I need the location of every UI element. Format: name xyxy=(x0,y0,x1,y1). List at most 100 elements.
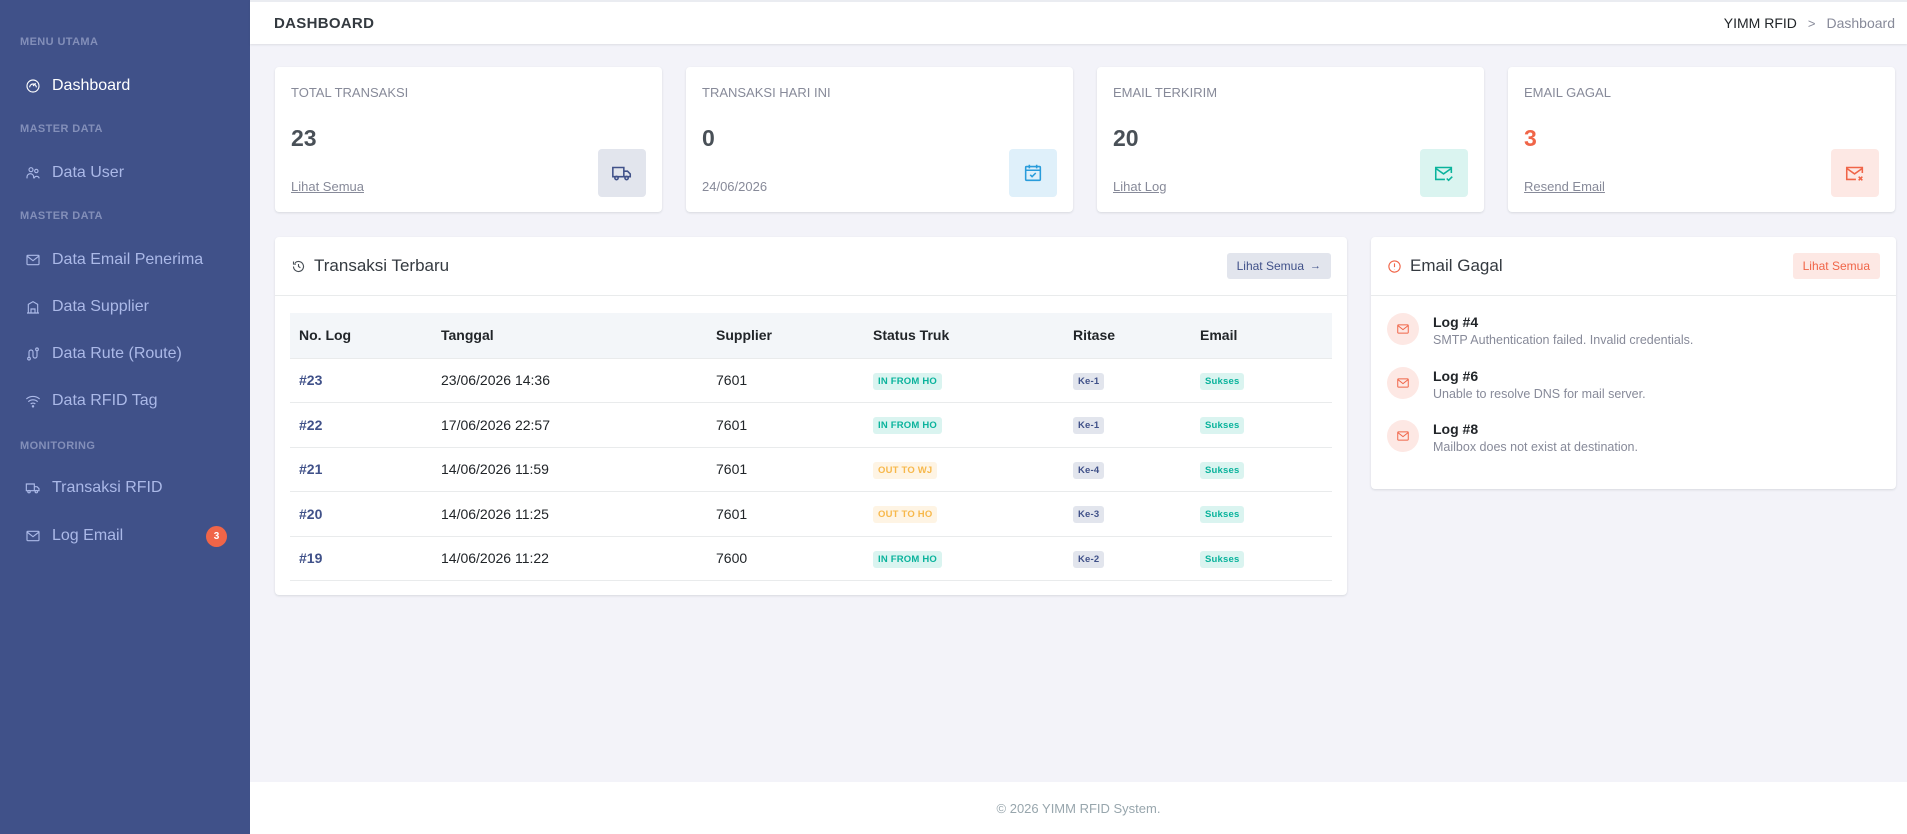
panel-title-label: Email Gagal xyxy=(1410,256,1503,275)
footer: © 2026 YIMM RFID System. xyxy=(250,782,1907,834)
list-item-title: Log #6 xyxy=(1433,368,1479,384)
page-title: DASHBOARD xyxy=(274,14,375,32)
log-number-link[interactable]: #21 xyxy=(290,447,432,492)
stat-card-email-terkirim: EMAIL TERKIRIM 20 Lihat Log xyxy=(1097,67,1484,212)
list-item-title: Log #4 xyxy=(1433,314,1479,330)
ritase-badge: Ke-1 xyxy=(1073,417,1105,435)
status-badge: OUT TO WJ xyxy=(873,461,938,479)
table-row[interactable]: #20 14/06/2026 11:25 7601 OUT TO HO Ke-3… xyxy=(290,491,1332,537)
log-number-link[interactable]: #19 xyxy=(290,536,432,581)
table-row[interactable]: #21 14/06/2026 11:59 7601 OUT TO WJ Ke-4… xyxy=(290,447,1332,492)
status-badge: IN FROM HO xyxy=(873,417,942,435)
table-row[interactable]: #23 23/06/2026 14:36 7601 IN FROM HO Ke-… xyxy=(290,358,1332,403)
users-icon xyxy=(24,164,42,182)
mail-x-icon xyxy=(1831,149,1879,197)
panel-title: Transaksi Terbaru xyxy=(291,256,449,276)
cell-supplier: 7601 xyxy=(707,447,864,492)
log-email-count-badge: 3 xyxy=(206,525,227,547)
list-item-body: Log #4 SMTP Authentication failed. Inval… xyxy=(1433,313,1693,347)
status-badge: OUT TO HO xyxy=(873,506,938,524)
breadcrumb-separator-icon: > xyxy=(1807,15,1816,31)
topbar: DASHBOARD YIMM RFID > Dashboard xyxy=(250,0,1907,44)
failed-emails-panel: Email Gagal Lihat Semua Log #4 SMTP Auth… xyxy=(1371,237,1896,489)
stat-value: 23 xyxy=(291,125,317,151)
table-row[interactable]: #22 17/06/2026 22:57 7601 IN FROM HO Ke-… xyxy=(290,402,1332,448)
column-header: Email xyxy=(1191,313,1332,359)
cell-date: 23/06/2026 14:36 xyxy=(432,358,707,403)
sidebar-item-data-supplier[interactable]: Data Supplier xyxy=(0,287,250,327)
column-header: Supplier xyxy=(707,313,864,359)
breadcrumb-home-link[interactable]: YIMM RFID xyxy=(1724,15,1797,31)
sidebar-item-label: Data Email Penerima xyxy=(52,251,204,268)
status-badge: IN FROM HO xyxy=(873,372,942,390)
panel-header: Transaksi Terbaru Lihat Semua → xyxy=(275,237,1347,296)
log-number-link[interactable]: #22 xyxy=(290,402,432,448)
menu-section-title: MENU UTAMA xyxy=(20,36,99,48)
lihat-semua-link[interactable]: Lihat Semua xyxy=(291,179,364,194)
stat-label: TRANSAKSI HARI INI xyxy=(702,85,831,100)
cell-supplier: 7601 xyxy=(707,358,864,403)
mail-icon xyxy=(1387,367,1419,399)
table-row[interactable]: #19 14/06/2026 11:22 7600 IN FROM HO Ke-… xyxy=(290,536,1332,581)
sidebar-item-data-rute[interactable]: Data Rute (Route) xyxy=(0,334,250,374)
arrow-right-icon: → xyxy=(1310,260,1321,272)
email-status-badge: Sukses xyxy=(1200,372,1245,390)
cell-email: Sukses xyxy=(1191,491,1332,537)
stat-value: 20 xyxy=(1113,125,1139,151)
list-item[interactable]: Log #6 Unable to resolve DNS for mail se… xyxy=(1387,367,1646,401)
cell-email: Sukses xyxy=(1191,358,1332,403)
view-all-failed-emails-button[interactable]: Lihat Semua xyxy=(1792,253,1880,279)
view-all-transactions-button[interactable]: Lihat Semua → xyxy=(1226,253,1331,279)
stat-value: 3 xyxy=(1524,125,1537,151)
email-status-badge: Sukses xyxy=(1200,461,1245,479)
cell-status: OUT TO HO xyxy=(864,491,1064,537)
cell-date: 14/06/2026 11:59 xyxy=(432,447,707,492)
ritase-badge: Ke-2 xyxy=(1073,550,1105,568)
footer-copyright: © 2026 YIMM RFID System. xyxy=(996,800,1161,816)
cell-email: Sukses xyxy=(1191,402,1332,448)
sidebar-item-label: Dashboard xyxy=(52,77,131,94)
log-number-link[interactable]: #20 xyxy=(290,491,432,537)
sidebar-item-label: Data Supplier xyxy=(52,298,149,315)
stat-date: 24/06/2026 xyxy=(702,179,768,194)
lihat-log-link[interactable]: Lihat Log xyxy=(1113,179,1167,194)
truck-icon xyxy=(24,479,42,497)
list-item[interactable]: Log #4 SMTP Authentication failed. Inval… xyxy=(1387,313,1693,347)
resend-email-link[interactable]: Resend Email xyxy=(1524,179,1605,194)
sidebar-item-data-rfid-tag[interactable]: Data RFID Tag xyxy=(0,381,250,421)
sidebar-item-transaksi-rfid[interactable]: Transaksi RFID xyxy=(0,468,250,508)
sidebar-item-label: Data RFID Tag xyxy=(52,392,158,409)
cell-status: IN FROM HO xyxy=(864,402,1064,448)
sidebar-item-data-email-penerima[interactable]: Data Email Penerima xyxy=(0,240,250,280)
ritase-badge: Ke-4 xyxy=(1073,461,1105,479)
sidebar-item-label: Log Email xyxy=(52,527,124,544)
sidebar: MENU UTAMA Dashboard MASTER DATA Data Us… xyxy=(0,0,250,834)
log-number-link[interactable]: #23 xyxy=(290,358,432,403)
column-header: Tanggal xyxy=(432,313,707,359)
column-header: No. Log xyxy=(290,313,432,359)
email-status-badge: Sukses xyxy=(1200,506,1245,524)
cell-ritase: Ke-4 xyxy=(1064,447,1191,492)
alert-circle-icon xyxy=(1387,259,1402,274)
dashboard-icon xyxy=(24,77,42,95)
button-label: Lihat Semua xyxy=(1236,259,1304,273)
stat-label: TOTAL TRANSAKSI xyxy=(291,85,409,100)
history-icon xyxy=(291,259,306,274)
sidebar-item-label: Data Rute (Route) xyxy=(52,345,182,362)
mail-check-icon xyxy=(1420,149,1468,197)
sidebar-item-dashboard[interactable]: Dashboard xyxy=(0,66,250,106)
calendar-check-icon xyxy=(1009,149,1057,197)
cell-status: OUT TO WJ xyxy=(864,447,1064,492)
sidebar-item-log-email[interactable]: Log Email 3 xyxy=(0,516,250,556)
list-item-message: SMTP Authentication failed. Invalid cred… xyxy=(1433,333,1694,347)
cell-ritase: Ke-3 xyxy=(1064,491,1191,537)
sidebar-item-data-user[interactable]: Data User xyxy=(0,153,250,193)
list-item[interactable]: Log #8 Mailbox does not exist at destina… xyxy=(1387,420,1638,454)
sidebar-item-label: Data User xyxy=(52,164,125,181)
button-label: Lihat Semua xyxy=(1802,259,1870,273)
stat-value: 0 xyxy=(702,125,715,151)
stat-card-email-gagal: EMAIL GAGAL 3 Resend Email xyxy=(1508,67,1895,212)
list-item-body: Log #6 Unable to resolve DNS for mail se… xyxy=(1433,367,1646,401)
cell-date: 14/06/2026 11:22 xyxy=(432,536,707,581)
breadcrumb: YIMM RFID > Dashboard xyxy=(1724,15,1907,31)
